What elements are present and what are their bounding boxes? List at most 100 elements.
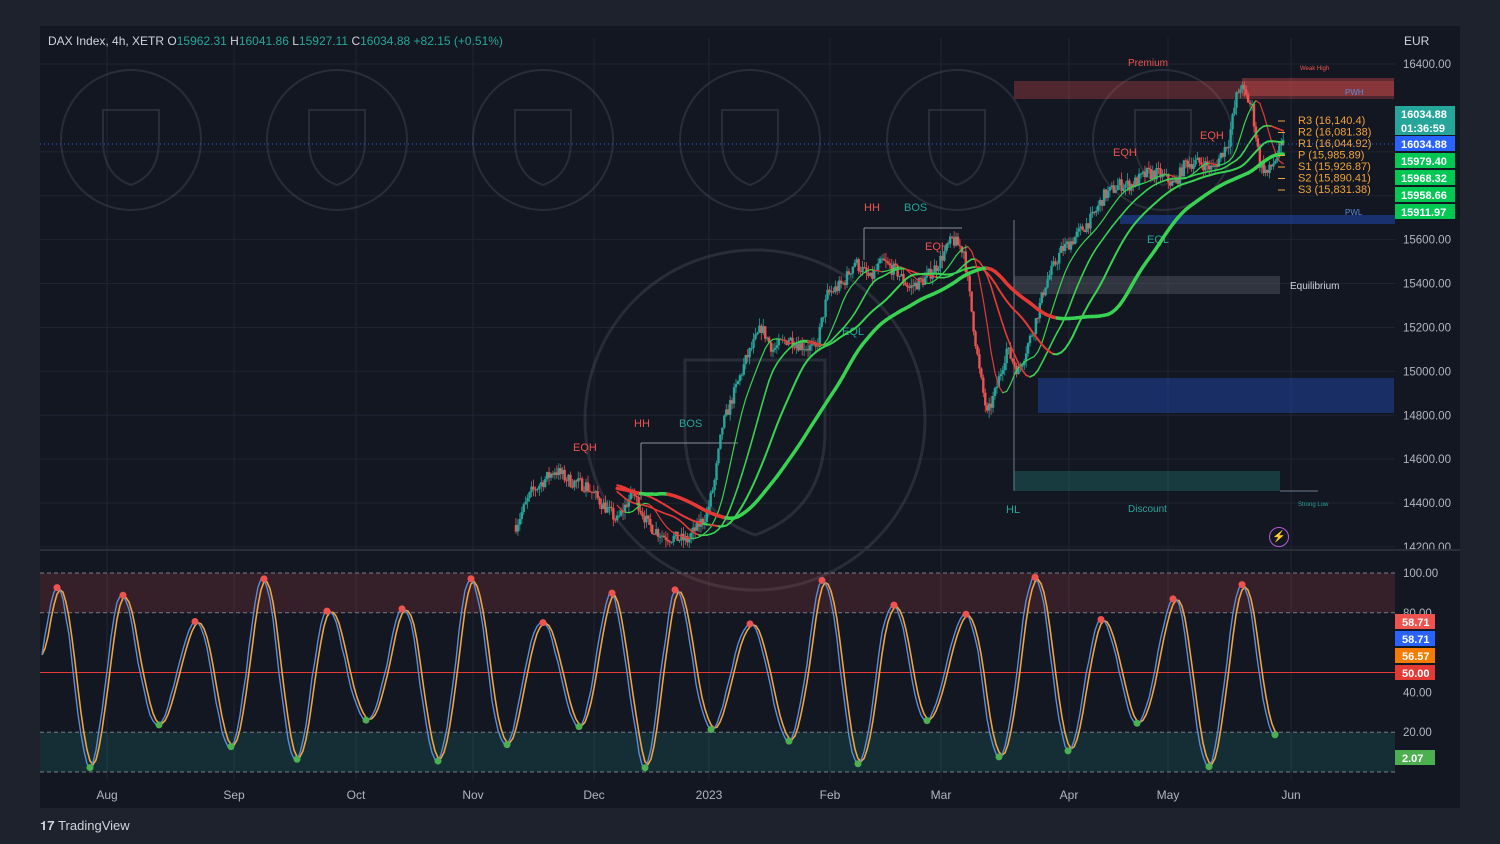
ma-0-seg-124	[1099, 217, 1105, 225]
candle-body-121	[750, 348, 753, 350]
candle-body-246	[993, 388, 997, 396]
ma-0-seg-42	[780, 338, 786, 342]
candle-body-102	[713, 479, 716, 491]
candle-body-299	[1097, 205, 1100, 211]
price-tag-3: 15979.40	[1401, 156, 1447, 168]
lightning-icon[interactable]: ⚡	[1269, 527, 1289, 547]
price-tick-8: 14600.00	[1403, 454, 1451, 466]
candle-body-190	[884, 260, 888, 262]
ma-2-seg-128	[1114, 245, 1121, 256]
structure-label-4: BOS	[679, 418, 702, 430]
ma-0-seg-89	[963, 245, 969, 249]
chart-legend: DAX Index, 4h, XETR O15962.31 H16041.86 …	[48, 34, 503, 48]
candle-body-101	[711, 490, 714, 493]
candle-body-192	[888, 263, 892, 266]
stoch-trough-108	[362, 716, 370, 724]
candle-body-84	[678, 540, 681, 542]
ma-0-seg-27	[721, 481, 727, 500]
osc-tag-1: 58.71	[1402, 634, 1430, 646]
time-tick-2: Oct	[347, 788, 366, 802]
ma-0-seg-112	[1052, 293, 1058, 307]
stoch-peak-308	[962, 610, 970, 618]
chart-svg[interactable]: Premium Equilibrium Discount Weak High Stron…	[0, 0, 1500, 844]
candle-body-15	[543, 479, 547, 487]
ma-2-seg-34	[748, 482, 755, 494]
ma-0-seg-10	[655, 511, 661, 519]
candle-body-313	[1124, 184, 1127, 188]
candle-body-272	[1044, 287, 1047, 296]
stoch-peak-143	[467, 575, 475, 583]
ma-0-seg-4	[632, 507, 638, 512]
watermark-circle-0	[60, 69, 202, 211]
candle-body-80	[670, 541, 673, 543]
candle-body-2	[518, 519, 522, 525]
candle-body-189	[882, 258, 886, 261]
ma-0-seg-109	[1041, 330, 1047, 344]
candle-body-241	[984, 392, 987, 406]
ma-0-seg-161	[1243, 113, 1249, 125]
candle-body-238	[978, 354, 981, 369]
candle-body-325	[1147, 167, 1151, 170]
oscillator-pane	[40, 572, 1395, 773]
candle-body-172	[849, 273, 853, 275]
ma-1-seg-128	[1114, 216, 1121, 223]
candle-body-200	[904, 282, 907, 286]
ma-0-seg-148	[1193, 169, 1199, 174]
candle-body-352	[1200, 162, 1203, 165]
candle-body-223	[949, 236, 952, 244]
watermark-big-shield	[683, 358, 827, 537]
ma-2-seg-116	[1068, 334, 1074, 345]
candle-body-364	[1223, 147, 1226, 157]
ma-0-seg-155	[1220, 163, 1226, 166]
stoch-trough-155	[503, 741, 511, 749]
price-tags: 16034.88 01:36:59 16034.88 15979.40 15968.32…	[40, 106, 1455, 219]
candle-body-210	[923, 277, 927, 285]
ma-0-seg-34	[749, 376, 755, 389]
ma-1-seg-60	[850, 312, 856, 320]
time-tick-10: Jun	[1281, 788, 1300, 802]
weak-high-zone	[1242, 78, 1394, 96]
candle-body-247	[995, 386, 999, 389]
ma-1-seg-113	[1056, 324, 1063, 334]
ma-1-seg-31	[737, 473, 743, 488]
currency-label[interactable]: EUR	[1404, 34, 1429, 48]
structure-label-3: HH	[634, 418, 650, 430]
candle-body-217	[937, 268, 940, 272]
ma-0-seg-84	[943, 266, 949, 273]
price-tag-0: 16034.88	[1401, 109, 1447, 121]
ma-2-seg-44	[787, 387, 794, 399]
ma-0-seg-118	[1076, 245, 1082, 252]
watermark-shield-1	[308, 109, 366, 187]
ma-1-seg-88	[959, 264, 965, 270]
watermark-circle-1	[266, 69, 408, 211]
osc-tick-3: 20.00	[1403, 727, 1432, 739]
watermark-circle-3	[679, 69, 821, 211]
stoch-trough-411	[1271, 731, 1279, 739]
ma-0-seg-59	[846, 286, 852, 294]
ma-2-seg-97	[994, 282, 1000, 291]
candle-body-381	[1256, 138, 1260, 147]
candle-body-224	[950, 236, 954, 238]
candle-body-227	[956, 236, 960, 246]
candle-body-68	[647, 515, 650, 520]
candle-body-114	[736, 381, 740, 385]
ma-2-seg-129	[1118, 239, 1125, 248]
candle-body-158	[822, 316, 825, 318]
candle-body-233	[968, 275, 971, 292]
ma-0-seg-69	[885, 269, 891, 272]
candle-body-264	[1028, 335, 1032, 344]
candle-body-90	[690, 532, 693, 538]
candle-body-5	[524, 501, 527, 505]
structure-label-0: HH	[864, 202, 880, 214]
candle-body-43	[598, 497, 601, 505]
tradingview-logo[interactable]: 𝟏𝟕 TradingView	[40, 818, 130, 834]
legend-high-label: H	[230, 34, 239, 48]
candle-body-34	[580, 478, 584, 491]
candle-body-98	[705, 512, 708, 522]
structure-label-1: BOS	[904, 202, 927, 214]
candle-body-370	[1235, 92, 1238, 108]
price-tag-1: 01:36:59	[1401, 123, 1445, 135]
ma-0-seg-93	[978, 278, 984, 301]
stoch-peak-331	[1031, 573, 1039, 581]
pwh-label: PWH	[1345, 88, 1364, 97]
